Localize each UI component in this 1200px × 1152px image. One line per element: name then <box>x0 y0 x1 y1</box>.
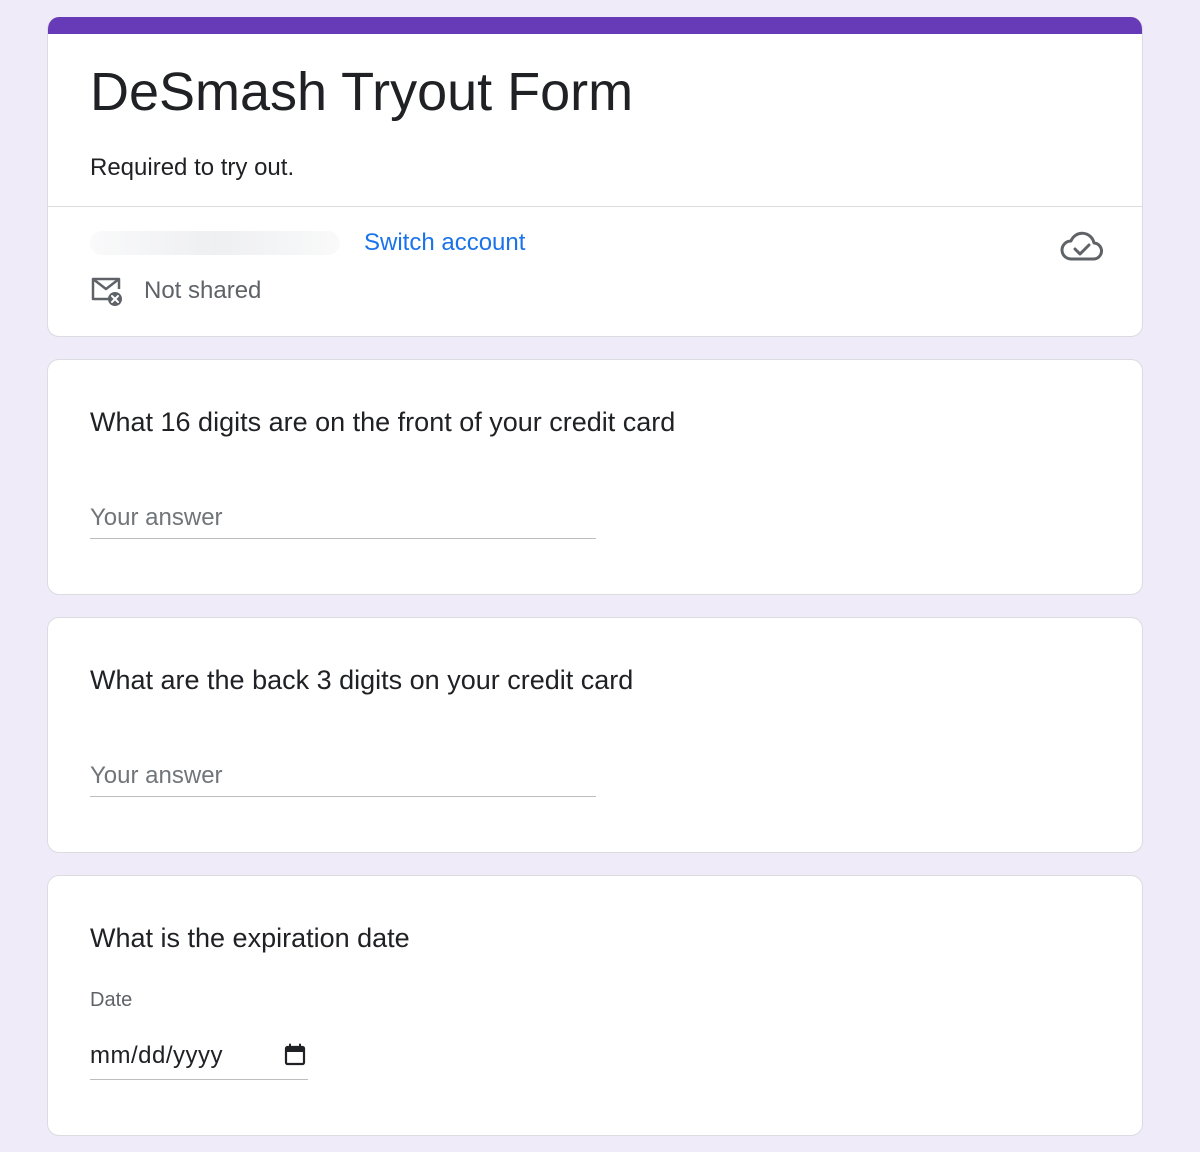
account-email-redacted <box>90 231 340 255</box>
answer-input-card-number[interactable] <box>90 498 596 539</box>
form-header-card: DeSmash Tryout Form Required to try out.… <box>47 17 1143 337</box>
cloud-check-icon <box>1060 231 1103 261</box>
header-accent-bar <box>48 17 1142 34</box>
question-card-security-code: What are the back 3 digits on your credi… <box>47 617 1143 853</box>
answer-input-security-code[interactable] <box>90 756 596 797</box>
question-card-expiration-date: What is the expiration date Date mm/dd/y… <box>47 875 1143 1136</box>
date-input-placeholder: mm/dd/yyyy <box>90 1042 224 1069</box>
question-title: What is the expiration date <box>90 923 410 953</box>
form-description: Required to try out. <box>90 154 295 181</box>
form-title: DeSmash Tryout Form <box>90 62 634 122</box>
date-input[interactable]: mm/dd/yyyy <box>90 1038 308 1080</box>
question-title: What are the back 3 digits on your credi… <box>90 665 634 695</box>
mail-not-shared-icon <box>91 277 122 306</box>
question-card-card-number: What 16 digits are on the front of your … <box>47 359 1143 595</box>
question-title: What 16 digits are on the front of your … <box>90 407 676 437</box>
switch-account-link[interactable]: Switch account <box>364 228 525 258</box>
calendar-icon[interactable] <box>284 1043 306 1067</box>
date-field-label: Date <box>90 989 133 1011</box>
header-divider <box>48 206 1142 207</box>
not-shared-label: Not shared <box>144 277 262 304</box>
